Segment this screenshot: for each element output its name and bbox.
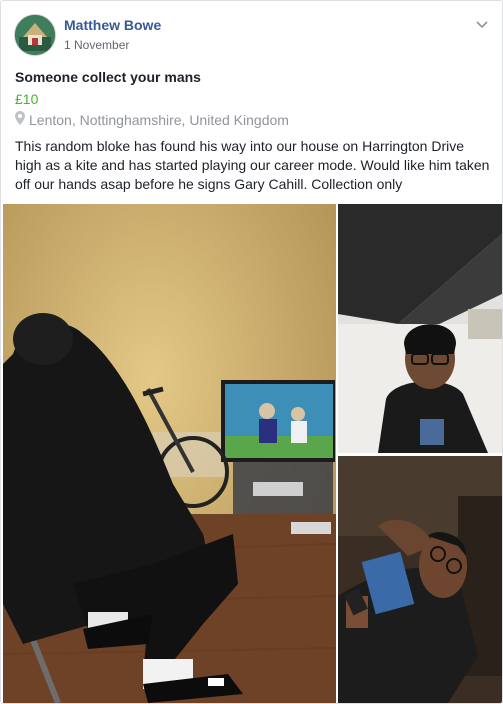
photo-top-right[interactable] <box>338 204 502 453</box>
listing-price: £10 <box>15 91 39 107</box>
listing-title: Someone collect your mans <box>15 69 201 85</box>
post-date[interactable]: 1 November <box>64 38 129 52</box>
author-name[interactable]: Matthew Bowe <box>64 17 161 33</box>
location-text: Lenton, Nottinghamshire, United Kingdom <box>29 111 289 128</box>
photo-bottom-right[interactable] <box>338 456 502 703</box>
avatar[interactable] <box>14 14 56 56</box>
chevron-down-icon[interactable] <box>474 16 490 32</box>
photo-main[interactable] <box>3 204 336 703</box>
post-header: Matthew Bowe 1 November <box>14 14 492 56</box>
marketplace-post: Matthew Bowe 1 November Someone collect … <box>0 0 503 704</box>
listing-description: This random bloke has found his way into… <box>15 138 490 192</box>
listing-location: Lenton, Nottinghamshire, United Kingdom <box>15 111 289 128</box>
map-pin-icon <box>15 111 25 128</box>
